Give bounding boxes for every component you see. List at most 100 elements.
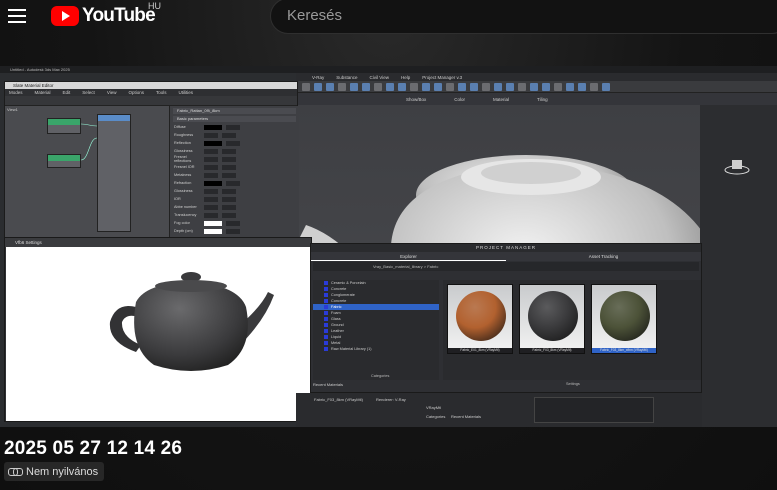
toolbar-button[interactable]: [530, 83, 538, 91]
param-value[interactable]: [204, 165, 218, 170]
slate-menu-item[interactable]: Material: [35, 89, 51, 96]
param-field[interactable]: [222, 149, 236, 154]
toolbar-button[interactable]: [386, 83, 394, 91]
pm-path-bar[interactable]: Vray_Basic_material_library > Fabric: [313, 262, 699, 271]
param-value[interactable]: [204, 221, 222, 226]
tree-item[interactable]: Raw Material Library (1): [313, 346, 439, 352]
toolbar-button[interactable]: [338, 83, 346, 91]
param-value[interactable]: [204, 181, 222, 186]
ribbon-item[interactable]: Material: [493, 97, 509, 102]
categories-label: Categories: [371, 374, 390, 378]
toolbar-button[interactable]: [578, 83, 586, 91]
search-input[interactable]: [287, 7, 767, 24]
slate-menu-item[interactable]: Select: [82, 89, 95, 96]
toolbar-button[interactable]: [446, 83, 454, 91]
toolbar-button[interactable]: [434, 83, 442, 91]
max-toolbar: [296, 81, 777, 93]
param-value[interactable]: [204, 197, 218, 202]
toolbar-button[interactable]: [422, 83, 430, 91]
slate-menu-item[interactable]: Utilities: [179, 89, 194, 96]
toolbar-button[interactable]: [470, 83, 478, 91]
hamburger-menu-icon[interactable]: [8, 9, 26, 23]
param-field[interactable]: [226, 125, 240, 130]
toolbar-button[interactable]: [506, 83, 514, 91]
toolbar-button[interactable]: [482, 83, 490, 91]
material-sphere: [528, 291, 578, 341]
param-field[interactable]: [222, 157, 236, 162]
param-row: Abbe number: [174, 204, 295, 211]
param-field[interactable]: [222, 165, 236, 170]
max-menu-item[interactable]: Civil View: [370, 75, 389, 80]
max-menu-item[interactable]: V-Ray: [312, 75, 324, 80]
param-value[interactable]: [204, 229, 222, 234]
param-value[interactable]: [204, 133, 218, 138]
ribbon-item[interactable]: Show/Box: [406, 97, 426, 102]
param-field[interactable]: [222, 197, 236, 202]
param-field[interactable]: [226, 221, 240, 226]
visibility-badge: Nem nyilvános: [4, 462, 105, 481]
toolbar-button[interactable]: [542, 83, 550, 91]
param-field[interactable]: [222, 213, 236, 218]
tab-explorer[interactable]: Explorer: [311, 252, 506, 261]
toolbar-button[interactable]: [326, 83, 334, 91]
param-field[interactable]: [226, 229, 240, 234]
toolbar-button[interactable]: [350, 83, 358, 91]
param-value[interactable]: [204, 173, 218, 178]
max-menu-item[interactable]: Substance: [336, 75, 357, 80]
toolbar-button[interactable]: [374, 83, 382, 91]
slate-toolbar: [5, 96, 297, 106]
max-menubar: V-Ray Substance Civil View Help Project Mana…: [296, 73, 777, 81]
param-value[interactable]: [204, 149, 218, 154]
param-field[interactable]: [226, 141, 240, 146]
param-value[interactable]: [204, 157, 218, 162]
toolbar-button[interactable]: [362, 83, 370, 91]
slate-material-editor: Slate Material Editor Modes Material Edit S…: [4, 81, 299, 252]
video-player[interactable]: Untitled - Autodesk 3ds Max 2025 V-Ray Su…: [0, 66, 777, 427]
link-icon: [8, 467, 23, 476]
toolbar-button[interactable]: [410, 83, 418, 91]
pm-title: PROJECT MANAGER: [311, 244, 701, 252]
max-menu-item[interactable]: Project Manager v.3: [422, 75, 462, 80]
param-field[interactable]: [226, 181, 240, 186]
toolbar-button[interactable]: [518, 83, 526, 91]
youtube-watch-page: YouTube HU Untitled - Autodesk 3ds Max 2…: [0, 0, 777, 490]
param-value[interactable]: [204, 205, 218, 210]
max-menu-item[interactable]: Help: [401, 75, 410, 80]
param-field[interactable]: [222, 189, 236, 194]
toolbar-button[interactable]: [458, 83, 466, 91]
ribbon-item[interactable]: Tiling: [537, 97, 548, 102]
slate-menu-item[interactable]: Options: [129, 89, 145, 96]
param-field[interactable]: [222, 173, 236, 178]
param-label: Reflection: [174, 141, 191, 146]
material-thumbnail[interactable]: Fabric_E01_8km (VRayMtl): [447, 284, 513, 354]
toolbar-button[interactable]: [494, 83, 502, 91]
param-field[interactable]: [222, 133, 236, 138]
slate-menu-item[interactable]: Modes: [9, 89, 23, 96]
slate-menu-item[interactable]: Edit: [63, 89, 71, 96]
material-thumbnail[interactable]: Fabric_F03_8km_xfbm (VRayMtl): [591, 284, 657, 354]
tab-asset-tracking[interactable]: Asset Tracking: [506, 252, 701, 261]
pm-tabs: Explorer Asset Tracking: [311, 252, 701, 261]
toolbar-button[interactable]: [398, 83, 406, 91]
param-value[interactable]: [204, 141, 222, 146]
param-value[interactable]: [204, 213, 218, 218]
material-thumbnail[interactable]: Fabric_F03_8km (VRayMtl): [519, 284, 585, 354]
search-box[interactable]: [270, 0, 777, 34]
toolbar-button[interactable]: [554, 83, 562, 91]
ribbon-item[interactable]: Color: [454, 97, 465, 102]
param-value[interactable]: [204, 125, 222, 130]
toolbar-button[interactable]: [602, 83, 610, 91]
toolbar-button[interactable]: [302, 83, 310, 91]
toolbar-button[interactable]: [566, 83, 574, 91]
toolbar-button[interactable]: [314, 83, 322, 91]
recent-materials-label[interactable]: Recent Materials: [313, 382, 343, 387]
youtube-logo[interactable]: YouTube: [51, 5, 156, 27]
slate-menu-item[interactable]: Tools: [156, 89, 167, 96]
param-value[interactable]: [204, 189, 218, 194]
toolbar-button[interactable]: [590, 83, 598, 91]
param-field[interactable]: [222, 205, 236, 210]
param-row: Diffuse: [174, 124, 295, 131]
viewcube-icon[interactable]: [722, 156, 752, 176]
slate-menu-item[interactable]: View: [107, 89, 117, 96]
param-row: IOR: [174, 196, 295, 203]
